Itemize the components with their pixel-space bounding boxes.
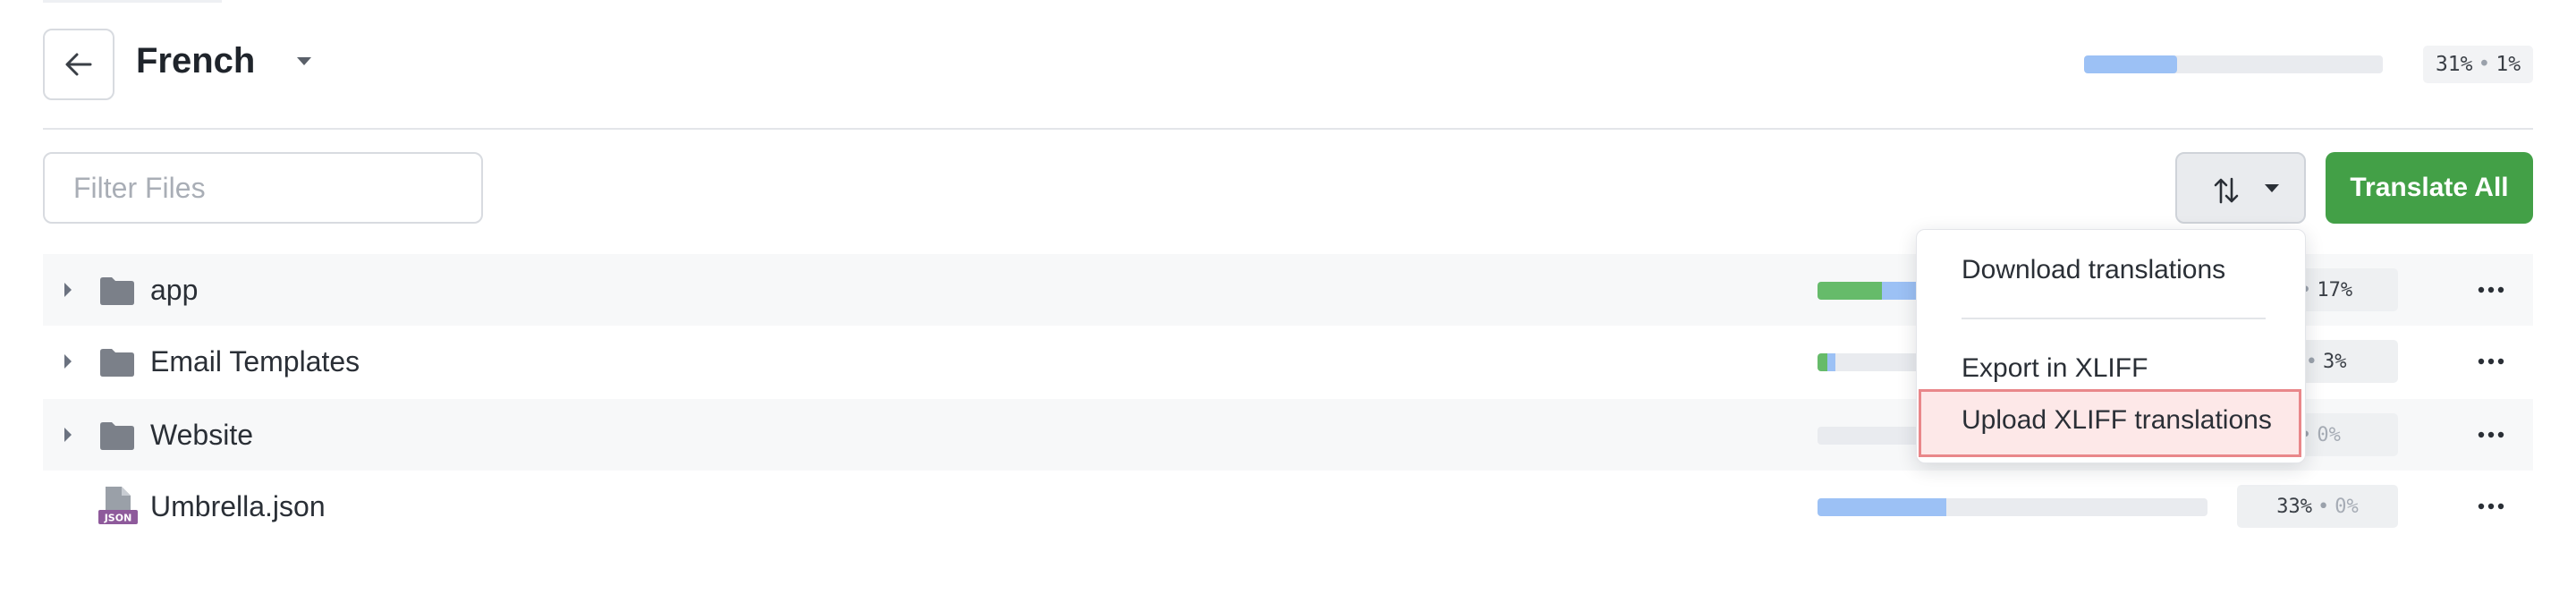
file-name[interactable]: Umbrella.json [150, 490, 326, 523]
approved-fill [1818, 353, 1827, 371]
more-options-button[interactable] [2469, 420, 2513, 449]
file-name[interactable]: Email Templates [150, 345, 360, 378]
translated-percent: 31% [2435, 53, 2473, 76]
approved-percent: 1% [2496, 53, 2521, 76]
more-horizontal-icon [2478, 503, 2504, 510]
menu-item-download-translations[interactable]: Download translations [1962, 255, 2225, 285]
chevron-right-icon[interactable] [63, 426, 73, 444]
top-accent-line [43, 0, 222, 3]
separator-dot: • [2305, 350, 2318, 373]
approved-percent: 3% [2323, 350, 2347, 373]
caret-down-icon [2265, 184, 2279, 192]
page-title: French [136, 41, 256, 81]
folder-icon [100, 422, 134, 450]
folder-icon [100, 349, 134, 377]
language-progress-bar [2084, 55, 2383, 73]
approved-percent: 17% [2317, 278, 2353, 301]
file-name[interactable]: app [150, 274, 198, 307]
more-options-button[interactable] [2469, 276, 2513, 304]
approved-percent: 0% [2317, 423, 2341, 446]
menu-item-export-xliff[interactable]: Export in XLIFF [1962, 353, 2148, 384]
back-button[interactable] [43, 29, 114, 100]
translate-all-button[interactable]: Translate All [2326, 152, 2533, 224]
approved-fill [1818, 282, 1882, 300]
svg-text:JSON: JSON [104, 513, 132, 524]
language-stats-badge: 31% • 1% [2423, 46, 2533, 83]
more-horizontal-icon [2478, 431, 2504, 438]
file-name[interactable]: Website [150, 419, 253, 452]
caret-down-icon[interactable] [295, 55, 313, 68]
separator-dot: • [2318, 495, 2330, 518]
menu-divider [1962, 318, 2266, 319]
up-down-arrows-icon [2214, 177, 2239, 204]
file-stats-badge: 33% • 0% [2237, 485, 2398, 528]
translated-fill [1826, 353, 1835, 371]
separator-dot: • [2478, 53, 2491, 76]
chevron-right-icon[interactable] [63, 352, 73, 370]
approved-percent: 0% [2334, 495, 2359, 518]
json-file-icon: JSON [98, 487, 138, 524]
translated-fill [1818, 498, 1946, 516]
more-horizontal-icon [2478, 286, 2504, 293]
file-row-umbrella-json[interactable]: JSON Umbrella.json 33% • 0% [43, 471, 2533, 542]
sync-dropdown-menu: Download translations Export in XLIFF Up… [1916, 229, 2306, 463]
file-progress-bar [1818, 498, 2207, 516]
translated-percent: 33% [2276, 495, 2312, 518]
sync-options-button[interactable] [2175, 152, 2306, 224]
chevron-right-icon[interactable] [63, 281, 73, 299]
more-options-button[interactable] [2469, 492, 2513, 521]
page-header: French 31% • 1% [43, 29, 2533, 100]
arrow-left-icon [65, 53, 92, 76]
filter-files-input[interactable] [43, 152, 483, 224]
menu-item-upload-xliff-translations[interactable]: Upload XLIFF translations [1962, 405, 2272, 436]
language-progress-fill [2084, 55, 2177, 73]
folder-icon [100, 277, 134, 305]
more-options-button[interactable] [2469, 347, 2513, 376]
header-divider [43, 128, 2533, 130]
more-horizontal-icon [2478, 358, 2504, 365]
